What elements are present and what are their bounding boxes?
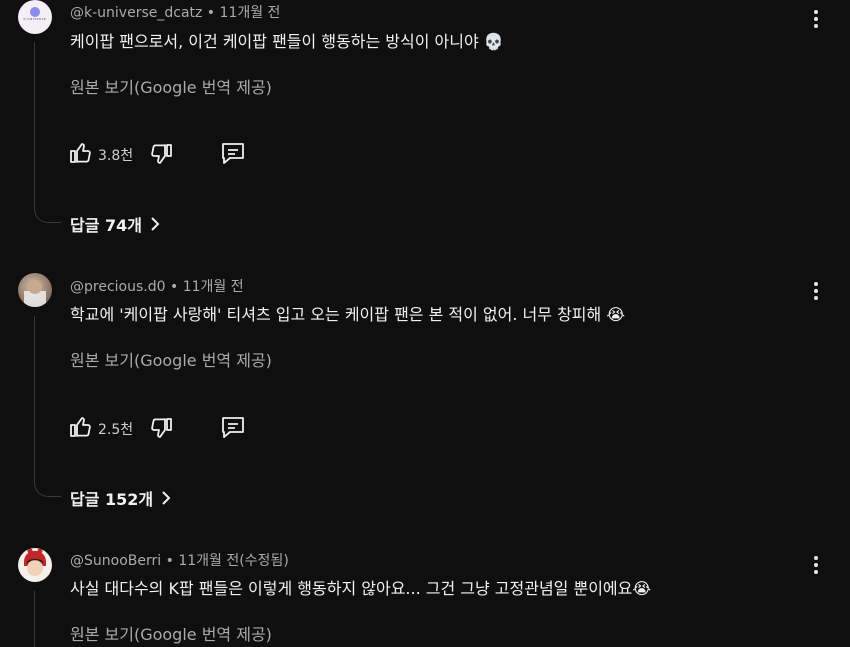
reply-button[interactable]	[220, 414, 248, 442]
author-name[interactable]: @k-universe_dcatz	[70, 5, 202, 21]
emoji: 😭	[606, 305, 626, 324]
reply-icon	[220, 415, 246, 439]
thread-line	[34, 42, 61, 223]
comment-meta: @k-universe_dcatz • 11개월 전	[70, 5, 281, 21]
emoji: 😭	[632, 579, 652, 598]
reply-button[interactable]	[220, 140, 248, 168]
dislike-button[interactable]	[150, 140, 176, 168]
translate-link[interactable]: 원본 보기(Google 번역 제공)	[70, 347, 272, 371]
reply-icon	[220, 141, 246, 165]
replies-toggle[interactable]: 답글 74개	[70, 212, 160, 236]
dislike-button[interactable]	[150, 414, 176, 442]
comment-text: 사실 대다수의 K팝 팬들은 이렇게 행동하지 않아요... 그건 그냥 고정관…	[70, 579, 652, 598]
like-icon	[68, 415, 92, 439]
comment-time[interactable]: 11개월 전	[220, 5, 281, 21]
chevron-right-icon	[161, 491, 171, 505]
avatar[interactable]: K-UNIVERSE	[18, 0, 52, 34]
comment-meta: @precious.d0 • 11개월 전	[70, 279, 244, 295]
thread-line	[34, 591, 61, 647]
like-count: 2.5천	[98, 422, 134, 438]
emoji: 💀	[483, 32, 504, 51]
like-icon	[68, 141, 92, 165]
replies-label: 답글 74개	[70, 216, 142, 235]
comment-meta: @SunooBerri • 11개월 전(수정됨)	[70, 553, 289, 569]
author-name[interactable]: @SunooBerri	[70, 553, 161, 569]
comment-time[interactable]: 11개월 전(수정됨)	[178, 553, 288, 569]
comment-time[interactable]: 11개월 전	[183, 279, 244, 295]
avatar[interactable]	[18, 548, 52, 582]
avatar-text: K-UNIVERSE	[23, 17, 47, 21]
dislike-icon	[150, 142, 174, 166]
more-icon[interactable]	[806, 8, 826, 32]
like-button[interactable]: 2.5천	[68, 414, 138, 442]
comment-text: 케이팝 팬으로서, 이건 케이팝 팬들이 행동하는 방식이 아니야 💀	[70, 32, 504, 51]
replies-toggle[interactable]: 답글 152개	[70, 486, 171, 510]
dislike-icon	[150, 416, 174, 440]
like-button[interactable]: 3.8천	[68, 140, 138, 168]
translate-link[interactable]: 원본 보기(Google 번역 제공)	[70, 74, 272, 98]
comment-text: 학교에 '케이팝 사랑해' 티셔츠 입고 오는 케이팝 팬은 본 적이 없어. …	[70, 305, 626, 324]
chevron-right-icon	[150, 217, 160, 231]
more-icon[interactable]	[806, 280, 826, 304]
more-icon[interactable]	[806, 554, 826, 578]
thread-line	[34, 316, 61, 497]
translate-link[interactable]: 원본 보기(Google 번역 제공)	[70, 621, 272, 645]
replies-label: 답글 152개	[70, 490, 154, 509]
author-name[interactable]: @precious.d0	[70, 279, 166, 295]
avatar[interactable]	[18, 273, 52, 307]
like-count: 3.8천	[98, 148, 134, 164]
